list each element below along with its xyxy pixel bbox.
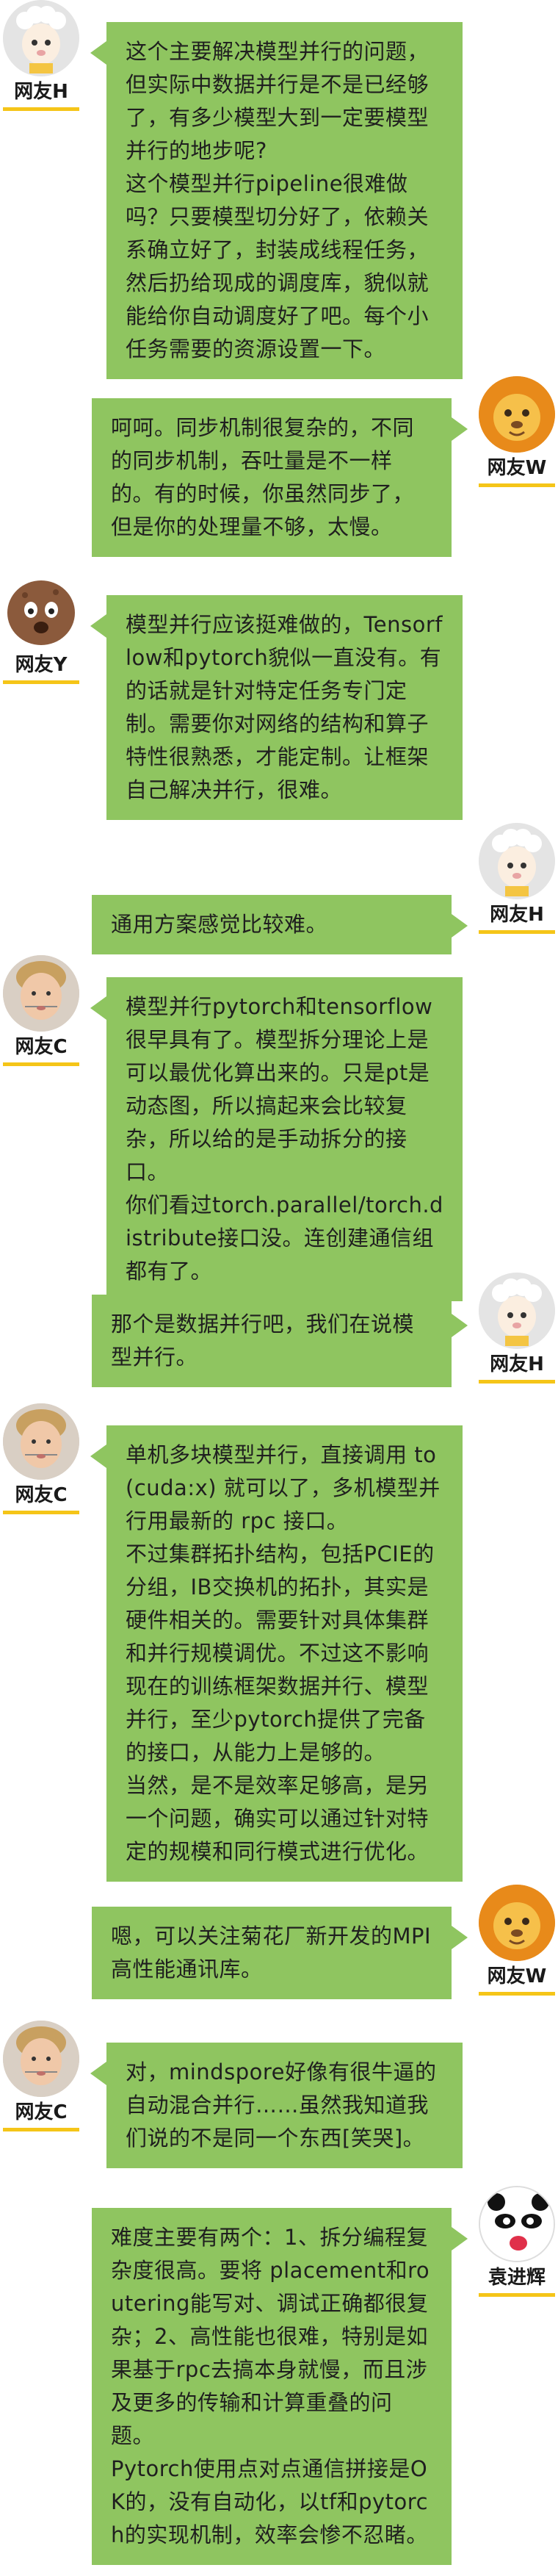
author-name: 网友H: [14, 81, 68, 103]
name-underline: [3, 680, 79, 684]
sheep-avatar-icon[interactable]: [3, 0, 79, 76]
author-column: 网友H: [0, 0, 82, 111]
name-underline: [3, 107, 79, 111]
author-name: 网友H: [490, 1353, 544, 1375]
author-column: 网友C: [0, 955, 82, 1066]
message-bubble: 嗯，可以关注菊花厂新开发的MPI高性能通讯库。: [92, 1907, 468, 1999]
sheep-avatar-icon[interactable]: [479, 1273, 555, 1349]
name-underline: [3, 1062, 79, 1066]
author-column: 网友W: [476, 1885, 558, 1996]
chat-thread: 网友H 这个主要解决模型并行的问题，但实际中数据并行是不是已经够了，有多少模型大…: [0, 0, 558, 2576]
author-name: 袁进辉: [488, 2267, 546, 2289]
message-bubble: 模型并行应该挺难做的，Tensorflow和pytorch貌似一直没有。有的话就…: [90, 595, 463, 820]
author-column: 网友H: [476, 1273, 558, 1384]
sheep-avatar-icon[interactable]: [479, 823, 555, 899]
author-column: 网友H: [476, 823, 558, 934]
author-column: 袁进辉: [476, 2186, 558, 2297]
author-column: 网友W: [476, 376, 558, 487]
author-name: 网友C: [15, 2101, 68, 2123]
name-underline: [479, 2293, 555, 2297]
boy-avatar-icon[interactable]: [3, 2021, 79, 2097]
message-bubble: 那个是数据并行吧，我们在说模型并行。: [92, 1295, 468, 1387]
message-bubble: 难度主要有两个：1、拆分编程复杂度很高。要将 placement和routeri…: [92, 2208, 468, 2565]
author-name: 网友H: [490, 904, 544, 926]
boy-avatar-icon[interactable]: [3, 1403, 79, 1480]
author-name: 网友C: [15, 1036, 68, 1058]
message-bubble: 单机多块模型并行，直接调用 to(cuda:x) 就可以了，多机模型并行用最新的…: [90, 1425, 463, 1882]
author-column: 网友C: [0, 1403, 82, 1514]
panda-avatar-icon[interactable]: [479, 2186, 555, 2262]
author-column: 网友C: [0, 2021, 82, 2131]
message-bubble: 模型并行pytorch和tensorflow很早具有了。模型拆分理论上是可以最优…: [90, 977, 463, 1301]
name-underline: [3, 1511, 79, 1514]
name-underline: [479, 1992, 555, 1996]
message-bubble: 通用方案感觉比较难。: [92, 895, 468, 954]
lion-avatar-icon[interactable]: [479, 1885, 555, 1961]
message-bubble: 这个主要解决模型并行的问题，但实际中数据并行是不是已经够了，有多少模型大到一定要…: [90, 22, 463, 379]
boy-avatar-icon[interactable]: [3, 955, 79, 1032]
author-name: 网友Y: [15, 654, 68, 676]
message-bubble: 对，mindspore好像有很牛逼的自动混合并行……虽然我知道我们说的不是同一个…: [90, 2043, 463, 2168]
name-underline: [479, 483, 555, 487]
author-column: 网友Y: [0, 573, 82, 684]
name-underline: [479, 1380, 555, 1384]
author-name: 网友W: [487, 1965, 547, 1987]
name-underline: [479, 930, 555, 934]
lion-avatar-icon[interactable]: [479, 376, 555, 453]
potato-avatar-icon[interactable]: [3, 573, 79, 650]
author-name: 网友W: [487, 457, 547, 479]
message-bubble: 呵呵。同步机制很复杂的，不同的同步机制，吞吐量是不一样的。有的时候，你虽然同步了…: [92, 398, 468, 557]
author-name: 网友C: [15, 1484, 68, 1506]
name-underline: [3, 2128, 79, 2131]
